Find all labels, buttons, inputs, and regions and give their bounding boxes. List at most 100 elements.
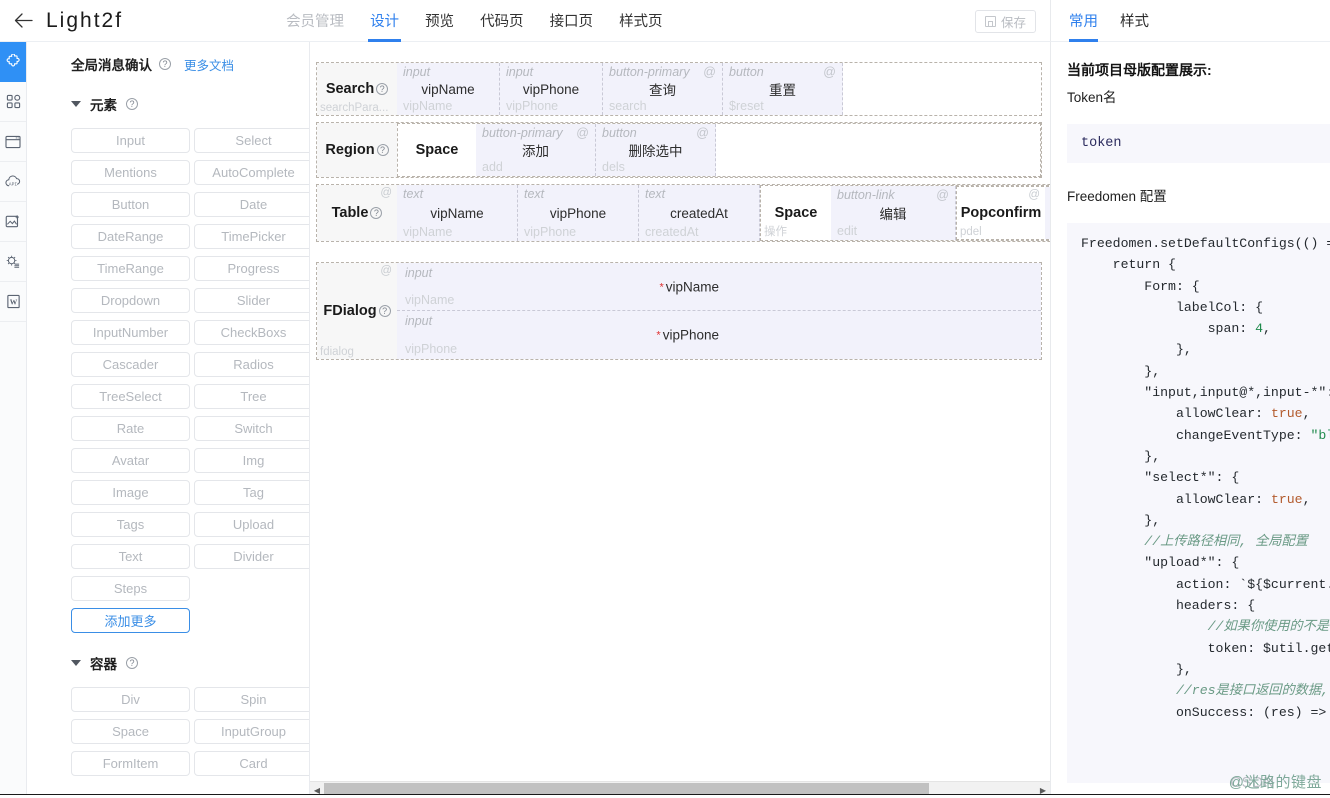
nested-space-group[interactable]: Space button-primary @ 添加 add button @ 删… [397,123,1041,177]
canvas-cell-add-button[interactable]: button-primary @ 添加 add [476,124,596,176]
comp-btn-cascader[interactable]: Cascader [71,352,190,377]
comp-btn-mentions[interactable]: Mentions [71,160,190,185]
comp-btn-timepicker[interactable]: TimePicker [194,224,309,249]
canvas-cell-col-createdat[interactable]: text createdAt createdAt [639,185,760,241]
cell-type: button [602,126,637,140]
comp-btn-image[interactable]: Image [71,480,190,505]
save-button[interactable]: 保存 [974,10,1036,33]
canvas-block-table[interactable]: @ Table? text vipName vipName text vipPh… [316,184,1050,242]
help-icon[interactable]: ? [376,83,389,95]
comp-btn-button[interactable]: Button [71,192,190,217]
tab-api-page[interactable]: 接口页 [537,0,607,42]
comp-btn-text[interactable]: Text [71,544,190,569]
canvas-cell-reset-button[interactable]: button @ 重置 $reset [723,63,843,115]
cell-key: vipName [403,99,453,113]
canvas-cell-vipname-input[interactable]: input vipName vipName [397,63,500,115]
nested-key-action: 操作 [764,226,787,238]
api-cloud-icon[interactable]: API [0,162,26,202]
comp-btn-divider[interactable]: Divider [194,544,309,569]
more-docs-link[interactable]: 更多文档 [184,55,234,74]
help-icon[interactable]: ? [376,144,389,156]
comp-btn-autocomplete[interactable]: AutoComplete [194,160,309,185]
block-label-table[interactable]: @ Table? [317,185,397,241]
comp-btn-switch[interactable]: Switch [194,416,309,441]
image-add-icon[interactable] [0,202,26,242]
design-canvas[interactable]: Search? searchPara... input vipName vipN… [310,42,1050,781]
nested-label-space[interactable]: Space [398,124,476,176]
back-arrow-icon[interactable] [0,0,46,42]
block-label-region[interactable]: Region? [317,123,397,177]
section-title-containers: 容器 [90,657,117,672]
comp-btn-progress[interactable]: Progress [194,256,309,281]
fdialog-row-vipphone[interactable]: input * vipPhone vipPhone [397,311,1041,359]
comp-btn-space[interactable]: Space [71,719,190,744]
canvas-block-search[interactable]: Search? searchPara... input vipName vipN… [316,62,1042,116]
comp-btn-daterange[interactable]: DateRange [71,224,190,249]
comp-btn-inputgroup[interactable]: InputGroup [194,719,309,744]
canvas-block-region[interactable]: Region? Space button-primary @ 添加 add bu… [316,122,1042,178]
comp-btn-upload[interactable]: Upload [194,512,309,537]
tab-style[interactable]: 样式 [1120,0,1149,42]
nested-action-space-group[interactable]: Space 操作 button-link @ 编辑 edit @ Popconf… [760,185,1050,241]
comp-btn-img[interactable]: Img [194,448,309,473]
help-icon[interactable]: ? [370,207,383,219]
comp-btn-checkboxs[interactable]: CheckBoxs [194,320,309,345]
window-icon[interactable] [0,122,26,162]
cell-key: $reset [729,99,764,113]
help-icon[interactable]: ? [378,305,391,317]
tab-common[interactable]: 常用 [1069,0,1098,42]
comp-btn-radios[interactable]: Radios [194,352,309,377]
block-label-search[interactable]: Search? searchPara... [317,63,397,115]
comp-btn-timerange[interactable]: TimeRange [71,256,190,281]
fdialog-row-vipname[interactable]: input * vipName vipName [397,263,1041,311]
block-label-fdialog[interactable]: @ FDialog? fdialog [317,263,397,359]
comp-btn-card[interactable]: Card [194,751,309,776]
comp-btn-date[interactable]: Date [194,192,309,217]
comp-btn-div[interactable]: Div [71,687,190,712]
tab-code-page[interactable]: 代码页 [467,0,537,42]
nested-label-action-space[interactable]: Space 操作 [761,186,831,240]
comp-btn-formitem[interactable]: FormItem [71,751,190,776]
tab-style-page[interactable]: 样式页 [606,0,676,42]
chevron-down-icon[interactable] [71,101,81,107]
comp-btn-tree[interactable]: Tree [194,384,309,409]
canvas-cell-vipphone-input[interactable]: input vipPhone vipPhone [500,63,603,115]
comp-btn-rate[interactable]: Rate [71,416,190,441]
comp-btn-select[interactable]: Select [194,128,309,153]
canvas-cell-delete-selected-button[interactable]: button @ 删除选中 dels [596,124,716,176]
add-more-button[interactable]: 添加更多 [71,608,190,633]
canvas-cell-col-vipname[interactable]: text vipName vipName [397,185,518,241]
comp-btn-inputnumber[interactable]: InputNumber [71,320,190,345]
block-label-popconfirm[interactable]: @ Popconfirm pdel [957,187,1045,239]
comp-btn-tag[interactable]: Tag [194,480,309,505]
comp-btn-steps[interactable]: Steps [71,576,190,601]
nested-popconfirm-group[interactable]: @ Popconfirm pdel bu d [956,186,1050,240]
settings-list-icon[interactable] [0,242,26,282]
word-doc-icon[interactable]: W [0,282,26,322]
chevron-down-icon[interactable] [71,660,81,666]
tab-member-mgmt[interactable]: 会员管理 [273,0,357,42]
comp-btn-slider[interactable]: Slider [194,288,309,313]
comp-btn-treeselect[interactable]: TreeSelect [71,384,190,409]
comp-btn-dropdown[interactable]: Dropdown [71,288,190,313]
help-icon[interactable]: ? [159,58,171,70]
comp-btn-spin[interactable]: Spin [194,687,309,712]
canvas-cell-empty[interactable] [843,63,1041,115]
cell-key: vipPhone [524,225,577,239]
canvas-cell-empty[interactable] [716,124,1040,176]
help-icon[interactable]: ? [126,98,138,110]
canvas-cell-col-vipphone[interactable]: text vipPhone vipPhone [518,185,639,241]
canvas-block-fdialog[interactable]: @ FDialog? fdialog input * vipName vipNam… [316,262,1042,360]
comp-btn-tags[interactable]: Tags [71,512,190,537]
canvas-cell-search-button[interactable]: button-primary @ 查询 search [603,63,723,115]
tab-design[interactable]: 设计 [357,0,412,42]
tab-preview[interactable]: 预览 [412,0,467,42]
puzzle-icon[interactable] [0,42,26,82]
block-key-popconfirm: pdel [960,226,982,238]
help-icon[interactable]: ? [126,657,138,669]
apps-grid-icon[interactable] [0,82,26,122]
block-at-popconfirm: @ [1028,189,1040,201]
comp-btn-input[interactable]: Input [71,128,190,153]
canvas-cell-edit-link[interactable]: button-link @ 编辑 edit [831,186,956,240]
comp-btn-avatar[interactable]: Avatar [71,448,190,473]
